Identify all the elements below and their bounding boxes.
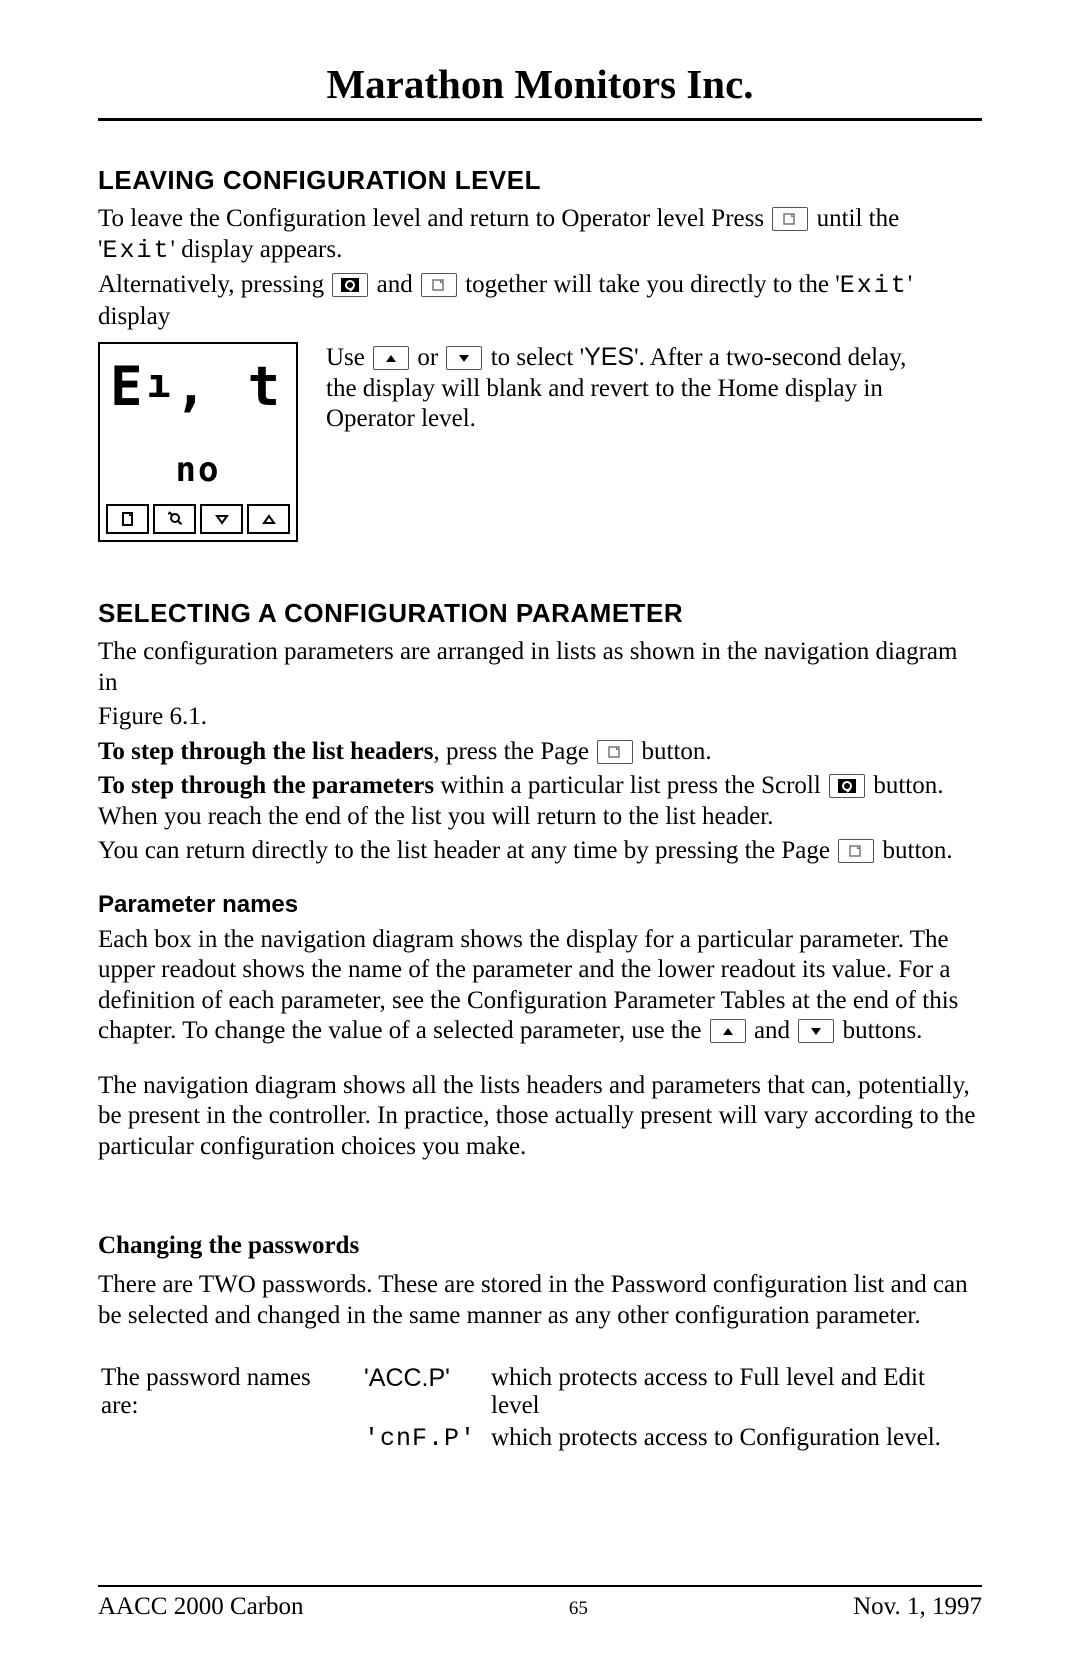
device-scroll-btn	[153, 504, 196, 534]
text: To leave the Configuration level and ret…	[98, 205, 770, 232]
password-table: The password names are: 'ACC.P' which pr…	[98, 1361, 982, 1456]
text-bold: To step through the parameters	[98, 772, 434, 799]
device-and-instruction-row: Eı, t no Use or to select 'YES'. After a…	[98, 336, 982, 542]
table-row: The password names are: 'ACC.P' which pr…	[100, 1363, 980, 1421]
para-s4-1: There are TWO passwords. These are store…	[98, 1270, 982, 1331]
device-button-row	[106, 502, 290, 534]
heading-parameter-names: Parameter names	[98, 891, 982, 919]
heading-selecting-param: SELECTING A CONFIGURATION PARAMETER	[98, 598, 982, 629]
para-s2-1: The configuration parameters are arrange…	[98, 637, 982, 698]
para-leave-2: Alternatively, pressing and together wil…	[98, 270, 982, 332]
page-button-icon	[421, 273, 457, 297]
use-instruction: Use or to select 'YES'. After a two-seco…	[326, 342, 936, 439]
footer-left: AACC 2000 Carbon	[98, 1593, 304, 1621]
device-upper-readout: Eı, t	[106, 350, 290, 450]
text: Use	[326, 344, 371, 371]
device-down-btn	[200, 504, 243, 534]
text: together will take you directly to the '	[465, 271, 840, 298]
text: button.	[883, 837, 953, 864]
text: Alternatively, pressing	[98, 271, 330, 298]
exit-code: Exit	[840, 271, 908, 300]
text: and	[754, 1017, 796, 1044]
para-use: Use or to select 'YES'. After a two-seco…	[326, 342, 936, 435]
text: and	[377, 271, 419, 298]
pw-name-2: 'cnF.P'	[364, 1424, 476, 1453]
header-rule	[98, 118, 982, 121]
device-lower-readout: no	[106, 450, 290, 502]
text: within a particular list press the Scrol…	[434, 772, 827, 799]
page-button-icon	[597, 740, 633, 764]
footer-page-number: 65	[569, 1598, 588, 1620]
page: Marathon Monitors Inc. LEAVING CONFIGURA…	[0, 0, 1080, 1669]
text: button.	[642, 738, 712, 765]
pw-name-1: 'ACC.P'	[363, 1363, 488, 1421]
device-page-btn	[106, 504, 149, 534]
down-button-icon	[798, 1019, 834, 1043]
text: , press the Page	[433, 738, 595, 765]
scroll-button-icon	[829, 774, 865, 798]
pw-intro: The password names are:	[100, 1363, 361, 1421]
company-title: Marathon Monitors Inc.	[98, 60, 982, 108]
text: to select '	[491, 344, 584, 371]
pw-desc-2: which protects access to Configuration l…	[490, 1423, 980, 1454]
scroll-button-icon	[332, 273, 368, 297]
device-display: Eı, t no	[98, 342, 298, 542]
text-bold: To step through the list headers	[98, 738, 433, 765]
down-button-icon	[446, 346, 482, 370]
text: You can return directly to the list head…	[98, 837, 836, 864]
pw-desc-1: which protects access to Full level and …	[490, 1363, 980, 1421]
para-s2-2: To step through the list headers, press …	[98, 737, 982, 768]
para-leave-1: To leave the Configuration level and ret…	[98, 204, 982, 266]
text: ' display appears.	[171, 236, 343, 263]
page-footer: AACC 2000 Carbon 65 Nov. 1, 1997	[98, 1585, 982, 1621]
up-button-icon	[373, 346, 409, 370]
page-button-icon	[838, 839, 874, 863]
page-button-icon	[772, 207, 808, 231]
heading-changing-passwords: Changing the passwords	[98, 1232, 982, 1260]
yes-text: YES	[584, 343, 634, 371]
text: or	[417, 344, 444, 371]
device-up-btn	[247, 504, 290, 534]
para-s3-1: Each box in the navigation diagram shows…	[98, 925, 982, 1047]
exit-code: Exit	[103, 236, 171, 265]
table-row: 'cnF.P' which protects access to Configu…	[100, 1423, 980, 1454]
para-s2-4: You can return directly to the list head…	[98, 836, 982, 867]
text: buttons.	[843, 1017, 923, 1044]
para-s3-2: The navigation diagram shows all the lis…	[98, 1071, 982, 1163]
footer-right: Nov. 1, 1997	[853, 1593, 982, 1621]
footer-rule	[98, 1585, 982, 1587]
para-s2-3: To step through the parameters within a …	[98, 771, 982, 832]
up-button-icon	[710, 1019, 746, 1043]
para-s2-fig: Figure 6.1.	[98, 702, 982, 733]
heading-leaving-config: LEAVING CONFIGURATION LEVEL	[98, 165, 982, 196]
